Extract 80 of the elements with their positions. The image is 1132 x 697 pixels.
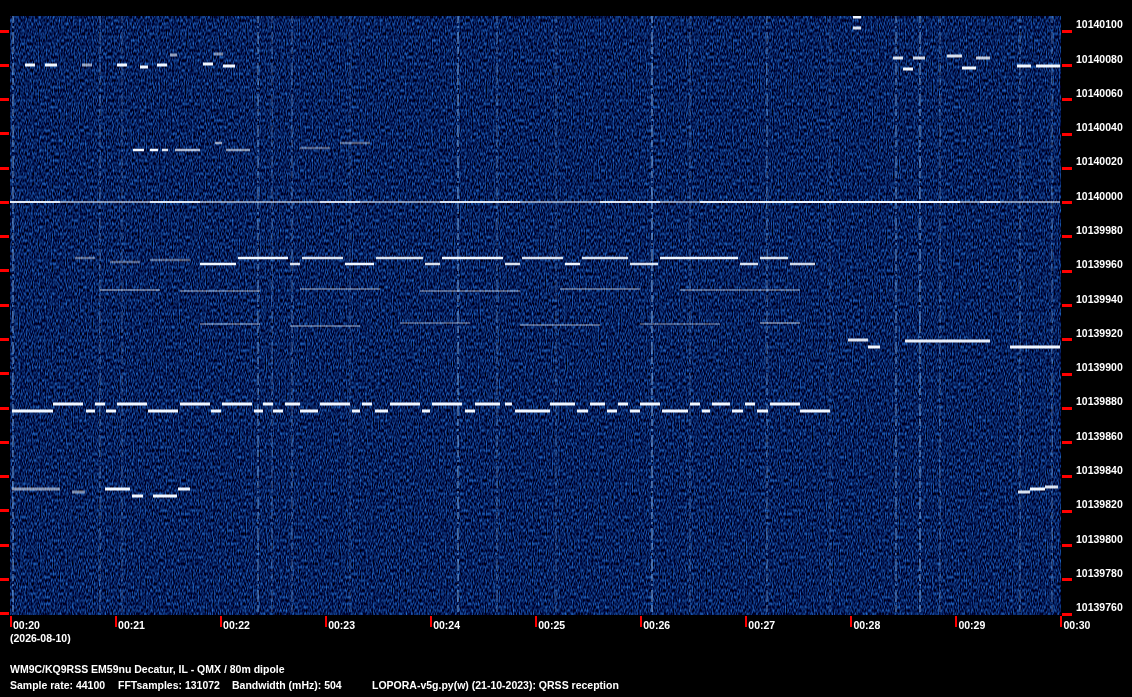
signal-trace [853, 16, 861, 30]
setting-text: Sample rate: 44100 [10, 677, 106, 693]
axis-tick [0, 406, 9, 410]
frequency-label: 10139980 [1076, 224, 1123, 236]
time-label: 00:30 [1063, 618, 1091, 631]
axis-tick [0, 235, 9, 239]
axis-tick [1062, 578, 1072, 582]
frequency-label: 10140100 [1076, 18, 1123, 31]
axis-tick [1062, 372, 1072, 376]
axis-tick [1062, 304, 1072, 308]
axis-tick [0, 338, 9, 342]
axis-tick [535, 615, 538, 627]
time-label: 00:21 [118, 618, 145, 631]
frequency-label: 10139860 [1076, 429, 1123, 442]
axis-tick [0, 475, 9, 479]
frequency-label: 10140000 [1076, 189, 1123, 202]
time-label: 00:27 [748, 618, 776, 631]
time-label: 00:29 [958, 618, 986, 631]
axis-tick [0, 132, 9, 136]
axis-tick [1062, 132, 1072, 136]
signal-trace [1018, 485, 1058, 494]
axis-tick [0, 578, 9, 581]
frequency-label: 10139900 [1076, 361, 1123, 374]
time-label: 00:24 [433, 618, 461, 631]
axis-tick [0, 372, 9, 376]
axis-tick [430, 615, 433, 627]
frequency-label: 10139960 [1076, 258, 1123, 271]
axis-tick [0, 440, 9, 444]
axis-tick [1062, 338, 1072, 342]
axis-tick [0, 200, 9, 204]
axis-tick [1062, 201, 1072, 205]
axis-tick [1062, 406, 1072, 410]
frequency-label: 10139800 [1076, 532, 1123, 545]
axis-tick [850, 615, 853, 627]
axis-tick [0, 29, 9, 33]
axis-tick [1062, 235, 1072, 239]
frequency-label: 10140060 [1076, 86, 1123, 99]
axis-tick [220, 615, 223, 627]
time-label: 00:26 [643, 618, 671, 631]
axis-tick [1062, 441, 1072, 445]
time-label: 00:20 [13, 618, 40, 631]
axis-tick [0, 303, 9, 307]
axis-tick [640, 615, 643, 627]
axis-tick [1062, 509, 1072, 513]
frequency-label: 10140080 [1076, 52, 1123, 65]
date-label: (2026-08-10) [9, 631, 71, 644]
axis-tick [955, 615, 958, 627]
frequency-label: 10139840 [1076, 463, 1123, 476]
software-info: LOPORA-v5g.py(w) (21-10-2023): QRSS reception [372, 677, 619, 693]
axis-tick [1062, 544, 1072, 547]
frequency-label: 10139920 [1076, 326, 1123, 339]
axis-tick [1062, 475, 1072, 479]
frequency-label: 10139780 [1076, 566, 1123, 579]
axis-tick [745, 615, 748, 627]
frequency-label: 10140040 [1076, 121, 1123, 134]
axis-tick [0, 509, 9, 513]
axis-tick [115, 615, 118, 627]
frequency-label: 10140020 [1076, 155, 1123, 168]
setting-text: FFTsamples: 131072 [118, 677, 220, 693]
axis-tick [1062, 29, 1072, 33]
axis-tick [0, 63, 9, 67]
frequency-label: 10139880 [1076, 395, 1123, 408]
frequency-label: 10139760 [1076, 601, 1123, 614]
time-label: 00:25 [538, 618, 566, 631]
axis-tick [0, 166, 9, 170]
frequency-label: 10139940 [1076, 292, 1123, 305]
time-label: 00:28 [853, 618, 881, 631]
time-label: 00:23 [328, 618, 355, 631]
frequency-label: 10139820 [1076, 498, 1123, 511]
axis-tick [0, 98, 9, 102]
axis-tick [1062, 269, 1072, 273]
station-info: WM9C/KQ9RSS EM59nu Decatur, IL - QMX / 80m dipole [10, 661, 285, 677]
axis-tick [0, 543, 9, 547]
axis-tick [1062, 166, 1072, 170]
time-label: 00:22 [223, 618, 250, 631]
axis-tick [325, 615, 328, 627]
axis-tick [1062, 64, 1072, 68]
setting-text: Bandwidth (mHz): 504 [232, 677, 342, 693]
axis-tick [1062, 98, 1072, 102]
axis-tick [0, 269, 9, 273]
